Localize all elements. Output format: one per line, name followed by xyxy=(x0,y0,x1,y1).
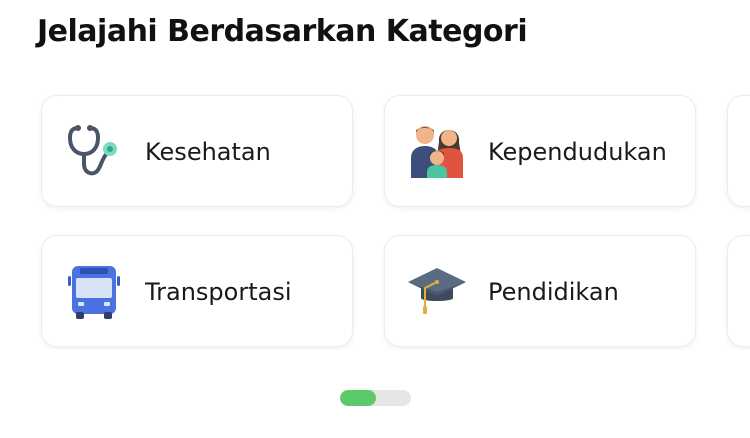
category-label: Pendidikan xyxy=(488,278,619,306)
category-section: Jelajahi Berdasarkan Kategori Kesehatan xyxy=(0,0,750,438)
category-label: Kependudukan xyxy=(488,138,667,166)
stethoscope-icon xyxy=(64,122,124,182)
carousel-page-indicator xyxy=(340,390,411,406)
category-card-transportasi[interactable]: Transportasi xyxy=(41,235,353,347)
category-card-pendidikan[interactable]: Pendidikan xyxy=(384,235,696,347)
category-label: Kesehatan xyxy=(145,138,271,166)
category-card-kesehatan[interactable]: Kesehatan xyxy=(41,95,353,207)
category-carousel[interactable]: Kesehatan Kependudukan Transportasi Pend… xyxy=(0,90,750,350)
category-card-kependudukan[interactable]: Kependudukan xyxy=(384,95,696,207)
bus-icon xyxy=(64,262,124,322)
page-indicator-progress xyxy=(340,390,376,406)
family-icon xyxy=(407,122,467,182)
section-title: Jelajahi Berdasarkan Kategori xyxy=(37,14,528,49)
category-card-partial[interactable] xyxy=(727,95,750,207)
category-label: Transportasi xyxy=(145,278,292,306)
category-card-partial[interactable] xyxy=(727,235,750,347)
graduation-cap-icon xyxy=(407,262,467,322)
